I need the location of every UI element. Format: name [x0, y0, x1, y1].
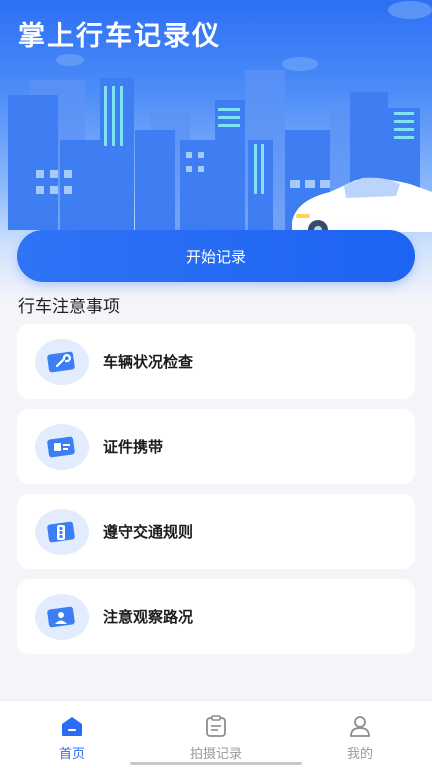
tab-label: 首页: [58, 747, 85, 762]
clipboard-icon: [206, 715, 226, 737]
tip-card-traffic-rules[interactable]: 遵守交通规则: [17, 494, 415, 569]
tab-home[interactable]: 首页: [0, 701, 144, 768]
tip-card-vehicle-check[interactable]: 车辆状况检查: [17, 324, 415, 399]
road-map-icon: [35, 593, 89, 640]
tip-label: 注意观察路况: [103, 608, 194, 626]
tab-label: 我的: [346, 747, 373, 762]
user-icon: [350, 716, 370, 737]
traffic-light-icon: [35, 508, 89, 555]
wrench-icon: [35, 338, 89, 385]
tab-label: 拍摄记录: [189, 747, 242, 762]
app-title: 掌上行车记录仪: [18, 21, 221, 52]
home-indicator: [130, 762, 302, 765]
section-title: 行车注意事项: [18, 297, 120, 317]
home-icon: [62, 717, 82, 736]
tips-list: 车辆状况检查 证件携带 遵守交通规则 注意观察路况: [17, 324, 415, 664]
tab-profile[interactable]: 我的: [288, 701, 432, 768]
tip-label: 遵守交通规则: [103, 523, 194, 541]
tab-records[interactable]: 拍摄记录: [144, 701, 288, 768]
home-screen: 掌上行车记录仪 开始记录 行车注意事项 车辆状况检查 证件携带 遵守交通规则 注…: [0, 0, 432, 768]
tip-card-documents[interactable]: 证件携带: [17, 409, 415, 484]
tip-label: 证件携带: [103, 438, 164, 456]
start-recording-button[interactable]: 开始记录: [17, 230, 415, 282]
id-card-icon: [35, 423, 89, 470]
tip-card-road-conditions[interactable]: 注意观察路况: [17, 579, 415, 654]
bottom-tab-bar: 首页 拍摄记录 我的: [0, 700, 432, 768]
tip-label: 车辆状况检查: [103, 353, 194, 371]
